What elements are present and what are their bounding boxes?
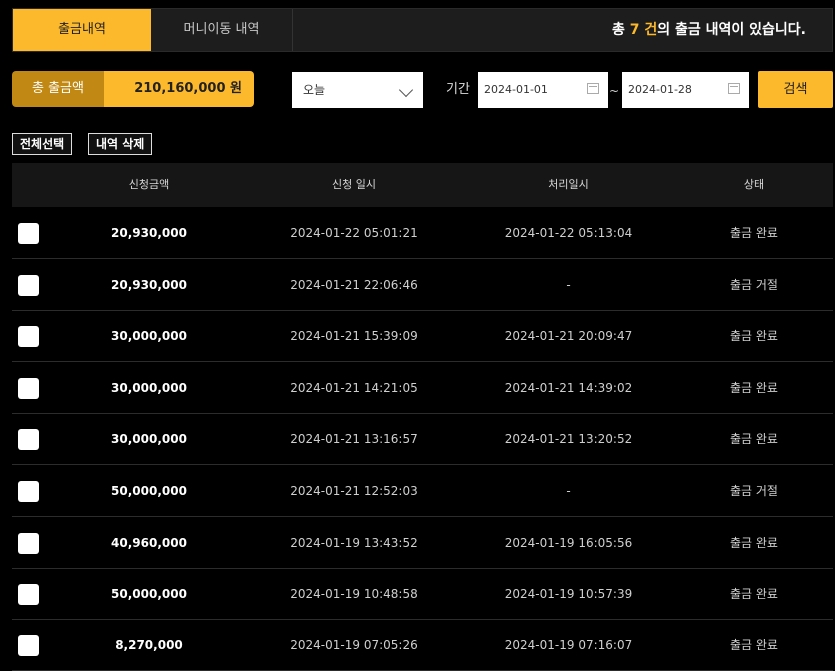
tab-bar: 출금내역 머니이동 내역 총 7 건의 출금 내역이 있습니다. (12, 8, 833, 52)
row-status: 출금 완료 (730, 536, 778, 550)
row-checkbox[interactable] (18, 584, 39, 605)
row-status: 출금 완료 (730, 638, 778, 652)
row-amount: 30,000,000 (111, 329, 187, 343)
table-row: 40,960,000 2024-01-19 13:43:52 2024-01-1… (12, 518, 833, 569)
chevron-down-icon (398, 82, 414, 98)
row-amount: 50,000,000 (111, 484, 187, 498)
row-processed-time: - (566, 484, 571, 498)
tab-withdrawal-history[interactable]: 출금내역 (13, 9, 151, 51)
row-amount: 20,930,000 (111, 226, 187, 240)
row-checkbox[interactable] (18, 481, 39, 502)
period-label: 기간 (446, 82, 470, 97)
delete-history-button[interactable]: 내역 삭제 (88, 133, 153, 155)
header-amount: 신청금액 (128, 178, 170, 191)
row-status: 출금 완료 (730, 226, 778, 240)
summary-suffix: 의 출금 내역이 있습니다. (657, 22, 806, 38)
row-checkbox[interactable] (18, 275, 39, 296)
row-requested-time: 2024-01-21 14:21:05 (290, 381, 418, 395)
end-date-input[interactable]: 2024-01-28 (622, 72, 749, 108)
row-requested-time: 2024-01-19 13:43:52 (290, 536, 418, 550)
total-withdrawal-box: 총 출금액 210,160,000 원 (12, 71, 254, 107)
row-amount: 30,000,000 (111, 381, 187, 395)
table-row: 8,270,000 2024-01-19 07:05:26 2024-01-19… (12, 620, 833, 671)
row-amount: 8,270,000 (115, 638, 183, 652)
row-requested-time: 2024-01-21 15:39:09 (290, 329, 418, 343)
row-status: 출금 완료 (730, 587, 778, 601)
table-row: 50,000,000 2024-01-19 10:48:58 2024-01-1… (12, 569, 833, 620)
table-row: 20,930,000 2024-01-22 05:01:21 2024-01-2… (12, 208, 833, 259)
row-status: 출금 거절 (730, 484, 778, 498)
total-withdrawal-label: 총 출금액 (12, 71, 104, 107)
table-row: 30,000,000 2024-01-21 14:21:05 2024-01-2… (12, 363, 833, 414)
row-checkbox[interactable] (18, 378, 39, 399)
row-checkbox[interactable] (18, 533, 39, 554)
row-status: 출금 완료 (730, 432, 778, 446)
header-status: 상태 (743, 178, 765, 191)
header-requested-time: 신청 일시 (332, 178, 376, 191)
row-amount: 20,930,000 (111, 278, 187, 292)
row-requested-time: 2024-01-22 05:01:21 (290, 226, 418, 240)
table-row: 30,000,000 2024-01-21 15:39:09 2024-01-2… (12, 311, 833, 362)
row-amount: 40,960,000 (111, 536, 187, 550)
table-row: 30,000,000 2024-01-21 13:16:57 2024-01-2… (12, 414, 833, 465)
row-processed-time: 2024-01-19 07:16:07 (504, 638, 633, 652)
date-range-separator: ~ (609, 84, 620, 98)
row-status: 출금 완료 (730, 381, 778, 395)
row-checkbox[interactable] (18, 635, 39, 656)
row-processed-time: 2024-01-22 05:13:04 (504, 226, 633, 240)
summary-count: 7 건 (629, 22, 658, 38)
header-processed-time: 처리일시 (548, 178, 589, 191)
total-withdrawal-value: 210,160,000 원 (104, 71, 254, 107)
tab-money-transfer-history[interactable]: 머니이동 내역 (151, 9, 293, 51)
row-processed-time: 2024-01-19 10:57:39 (504, 587, 633, 601)
period-select-value: 오늘 (303, 83, 326, 97)
row-amount: 30,000,000 (111, 432, 187, 446)
start-date-input[interactable]: 2024-01-01 (478, 72, 608, 108)
row-status: 출금 완료 (730, 329, 778, 343)
row-requested-time: 2024-01-19 10:48:58 (290, 587, 418, 601)
end-date-value: 2024-01-28 (628, 83, 692, 96)
row-requested-time: 2024-01-21 13:16:57 (290, 432, 418, 446)
table-row: 20,930,000 2024-01-21 22:06:46 - 출금 거절 (12, 260, 833, 311)
row-requested-time: 2024-01-21 12:52:03 (290, 484, 418, 498)
search-button[interactable]: 검색 (758, 71, 833, 108)
row-checkbox[interactable] (18, 223, 39, 244)
row-processed-time: - (566, 278, 571, 292)
withdrawal-count-summary: 총 7 건의 출금 내역이 있습니다. (612, 9, 806, 51)
row-processed-time: 2024-01-21 14:39:02 (504, 381, 633, 395)
row-checkbox[interactable] (18, 429, 39, 450)
start-date-value: 2024-01-01 (484, 83, 548, 96)
row-checkbox[interactable] (18, 326, 39, 347)
row-amount: 50,000,000 (111, 587, 187, 601)
row-status: 출금 거절 (730, 278, 778, 292)
summary-prefix: 총 (611, 22, 625, 38)
row-requested-time: 2024-01-19 07:05:26 (290, 638, 418, 652)
calendar-icon[interactable] (728, 83, 740, 94)
row-processed-time: 2024-01-21 20:09:47 (504, 329, 633, 343)
row-requested-time: 2024-01-21 22:06:46 (290, 278, 418, 292)
row-processed-time: 2024-01-21 13:20:52 (504, 432, 633, 446)
row-processed-time: 2024-01-19 16:05:56 (504, 536, 633, 550)
period-select[interactable]: 오늘 (292, 72, 423, 108)
table-row: 50,000,000 2024-01-21 12:52:03 - 출금 거절 (12, 466, 833, 517)
table-header: 신청금액 신청 일시 처리일시 상태 (12, 163, 833, 207)
calendar-icon[interactable] (587, 83, 599, 94)
select-all-button[interactable]: 전체선택 (12, 133, 73, 155)
